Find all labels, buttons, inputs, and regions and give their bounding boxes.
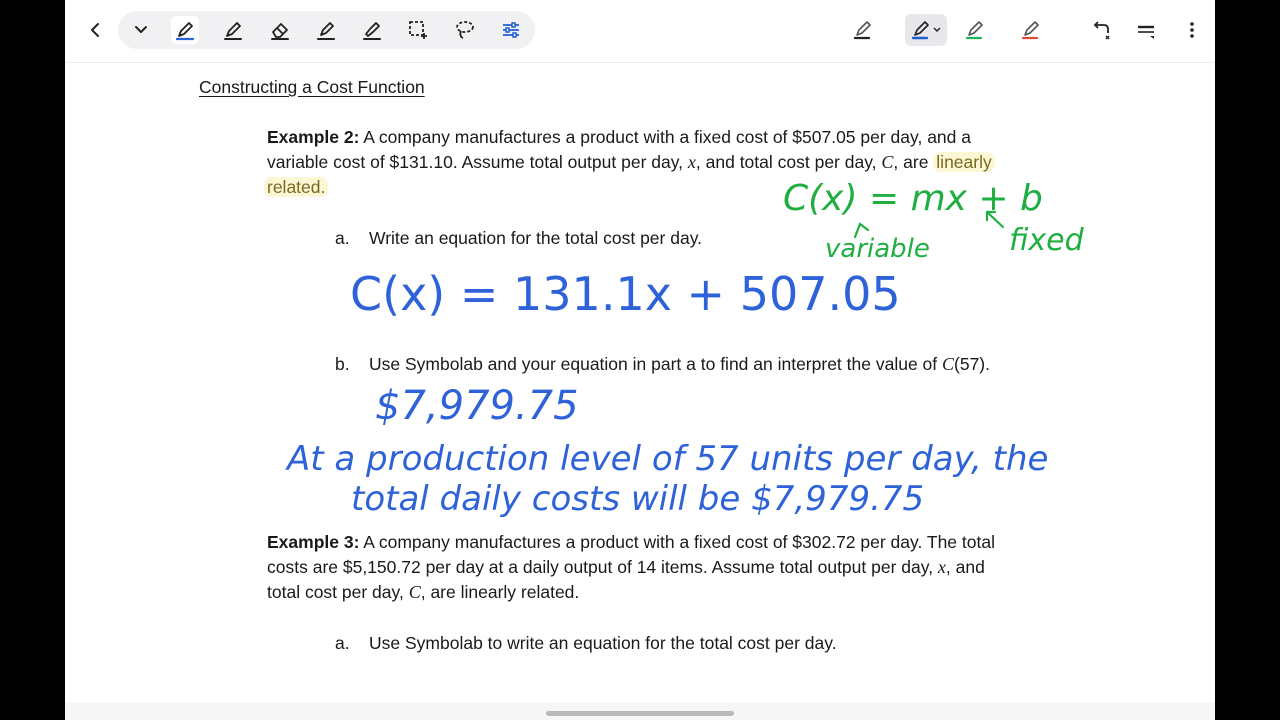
page-options-icon[interactable] <box>1132 16 1160 44</box>
ink-blue-sentence-2: total daily costs will be $7,979.75 <box>351 479 924 519</box>
ink-green-variable: variable <box>825 234 930 264</box>
marker-icon[interactable] <box>358 16 386 44</box>
red-pen-icon[interactable] <box>1017 16 1045 44</box>
eraser-icon[interactable] <box>266 16 294 44</box>
pencil-icon[interactable] <box>219 16 247 44</box>
horizontal-scrollbar[interactable] <box>546 711 734 716</box>
ink-green-equation: C(x) = mx + b <box>783 178 1043 219</box>
ink-layer: C(x) = mx + b variable fixed C(x) = 131.… <box>285 178 1085 519</box>
black-pen-icon[interactable] <box>849 16 877 44</box>
pen-tool-icon[interactable] <box>171 16 199 44</box>
ink-blue-equation: C(x) = 131.1x + 507.05 <box>350 267 901 321</box>
lasso-select-icon[interactable] <box>404 16 432 44</box>
ink-blue-value: $7,979.75 <box>375 383 579 429</box>
ink-green-fixed: fixed <box>1009 223 1085 258</box>
chevron-down-icon[interactable] <box>129 18 153 42</box>
ink-blue-sentence-1: At a production level of 57 units per da… <box>285 439 1048 479</box>
back-icon[interactable] <box>83 18 107 42</box>
more-options-icon[interactable] <box>1178 16 1206 44</box>
undo-icon[interactable] <box>1087 16 1115 44</box>
green-pen-icon[interactable] <box>961 16 989 44</box>
document-page[interactable]: Constructing a Cost Function Example 2: … <box>65 62 1215 702</box>
blue-pen-icon[interactable] <box>905 14 947 46</box>
highlighter-icon[interactable] <box>312 16 340 44</box>
adjust-icon[interactable] <box>497 16 525 44</box>
lasso-icon[interactable] <box>451 16 479 44</box>
pen-options-chevron-icon[interactable] <box>933 27 941 33</box>
toolbar <box>65 0 1215 63</box>
notes-app-window: Constructing a Cost Function Example 2: … <box>65 0 1215 720</box>
